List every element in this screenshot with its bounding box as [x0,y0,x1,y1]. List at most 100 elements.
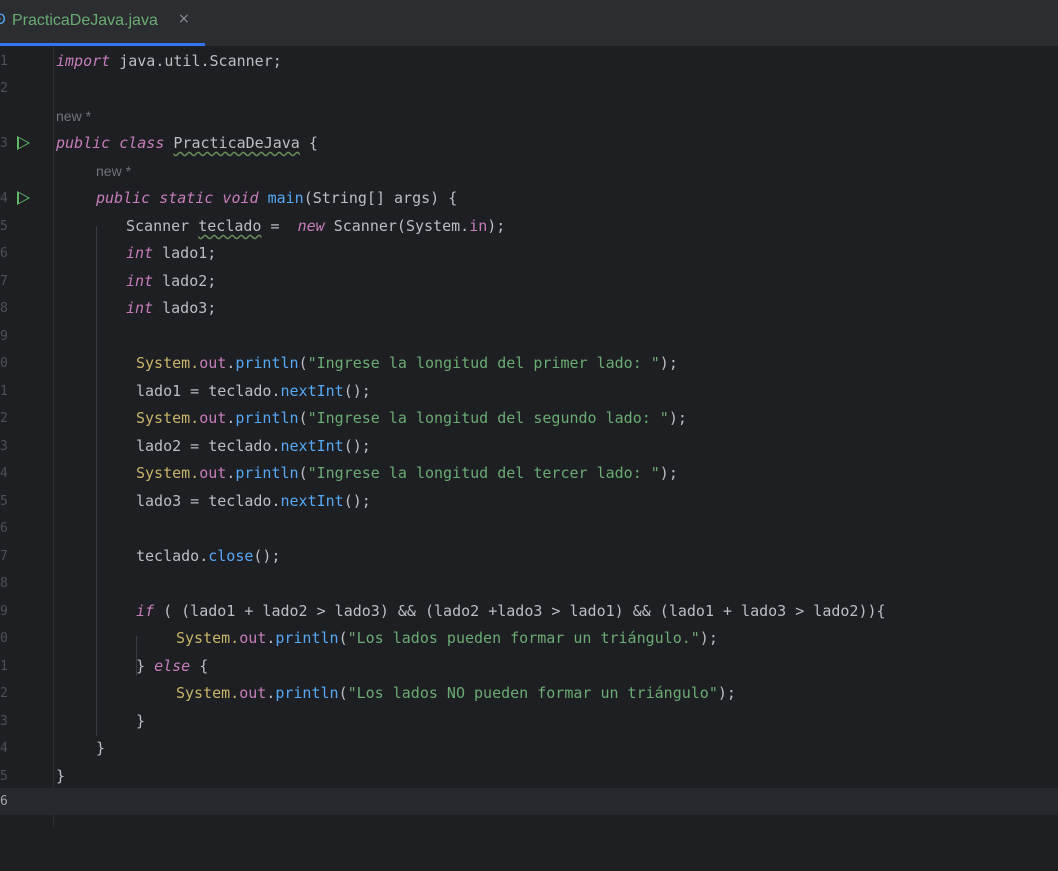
code-text: ); [659,354,678,372]
code-line[interactable]: 5 Scanner teclado = new Scanner(System.i… [0,213,1058,240]
keyword: int [126,244,154,262]
code-text: System. [176,629,240,647]
line-number: 2 [0,411,8,426]
code-text: } [96,739,106,757]
code-text: . [226,464,236,482]
code-line[interactable]: 2 [0,75,1058,102]
code-text: . [266,684,276,702]
variable: teclado [198,217,262,235]
code-line[interactable]: 1 import java.util.Scanner; [0,48,1058,75]
code-text: lado3; [153,299,217,317]
line-number: 2 [0,686,8,701]
file-tab-title[interactable]: PracticaDeJava.java [12,12,158,30]
code-text: System. [136,409,200,427]
line-number: 5 [0,494,8,509]
code-line[interactable]: 9 [0,323,1058,350]
code-text: (); [343,492,371,510]
code-text: (); [343,437,371,455]
method-name: println [235,409,299,427]
code-text: ); [668,409,687,427]
code-text: (); [343,382,371,400]
code-line[interactable]: 0 System.out.println("Ingrese la longitu… [0,350,1058,377]
code-text: ( [298,464,308,482]
code-line[interactable]: 9 if ( (lado1 + lado2 > lado3) && (lado2… [0,598,1058,625]
code-text: java.util.Scanner; [110,52,282,70]
line-number: 3 [0,714,8,729]
code-line[interactable]: 0 System.out.println("Los lados pueden f… [0,625,1058,652]
field: in [469,217,488,235]
code-line[interactable]: 6 [0,788,1058,815]
java-class-icon: Ͽ [0,12,6,28]
code-line[interactable]: 4 } [0,735,1058,762]
method-name: println [235,464,299,482]
code-line[interactable]: 2 System.out.println("Ingrese la longitu… [0,405,1058,432]
code-line[interactable]: 3 public class PracticaDeJava { [0,130,1058,157]
field: out [239,629,267,647]
code-line[interactable]: 8 [0,570,1058,597]
code-text: ( [338,684,348,702]
code-text: ); [487,217,506,235]
code-text: (); [253,547,281,565]
code-line[interactable]: 2 System.out.println("Los lados NO puede… [0,680,1058,707]
code-line[interactable]: 5 } [0,763,1058,790]
code-text: ( [298,354,308,372]
field: out [199,354,227,372]
code-line[interactable]: 4 System.out.println("Ingrese la longitu… [0,460,1058,487]
close-icon[interactable]: × [178,11,190,27]
string-literal: "Ingrese la longitud del primer lado: " [307,354,660,372]
code-text: } [56,767,66,785]
code-line[interactable]: 3 lado2 = teclado.nextInt(); [0,433,1058,460]
keyword: if [136,602,155,620]
code-line[interactable]: 7 teclado.close(); [0,543,1058,570]
line-number: 5 [0,219,8,234]
line-number: 4 [0,466,8,481]
code-line[interactable]: 6 [0,515,1058,542]
code-text: System. [136,464,200,482]
method-name: main [258,189,304,207]
keyword: class [110,134,174,152]
run-icon[interactable] [17,136,30,150]
code-line[interactable]: 5 lado3 = teclado.nextInt(); [0,488,1058,515]
code-line[interactable]: 8 int lado3; [0,295,1058,322]
usage-hint[interactable]: new * [56,103,91,130]
line-number: 6 [0,521,8,536]
keyword: int [126,299,154,317]
line-number: 9 [0,329,8,344]
method-name: nextInt [280,382,344,400]
field: out [239,684,267,702]
line-number: 2 [0,81,8,96]
code-line[interactable]: 3 } [0,708,1058,735]
code-editor[interactable]: 1 import java.util.Scanner; 2 new * 3 pu… [0,46,1058,827]
code-line[interactable]: 1 lado1 = teclado.nextInt(); [0,378,1058,405]
code-text: . [226,354,236,372]
code-text: } [136,712,146,730]
line-number: 6 [0,246,8,261]
code-text: ); [699,629,718,647]
code-text: ); [717,684,736,702]
keyword: new [297,217,325,235]
string-literal: "Ingrese la longitud del tercer lado: " [307,464,660,482]
code-line[interactable]: 1 } else { [0,653,1058,680]
line-number: 1 [0,384,8,399]
field: out [199,464,227,482]
keyword: static [150,189,214,207]
usage-hint[interactable]: new * [96,158,131,185]
method-name: println [275,629,339,647]
code-line[interactable]: 7 int lado2; [0,268,1058,295]
line-number: 0 [0,631,8,646]
keyword: import [56,52,111,70]
keyword: public [96,189,151,207]
keyword: int [126,272,154,290]
string-literal: "Los lados NO pueden formar un triángulo… [347,684,718,702]
code-line[interactable]: 4 public static void main(String[] args)… [0,185,1058,212]
code-line[interactable]: 6 int lado1; [0,240,1058,267]
line-number: 3 [0,136,8,151]
method-name: close [208,547,254,565]
line-number: 1 [0,659,8,674]
keyword: public [56,134,111,152]
line-number: 4 [0,191,8,206]
file-tab[interactable]: Ͽ PracticaDeJava.java × [0,0,205,46]
code-text: ( (lado1 + lado2 > lado3) && (lado2 +lad… [154,602,886,620]
run-icon[interactable] [17,191,30,205]
code-text: lado1; [153,244,217,262]
